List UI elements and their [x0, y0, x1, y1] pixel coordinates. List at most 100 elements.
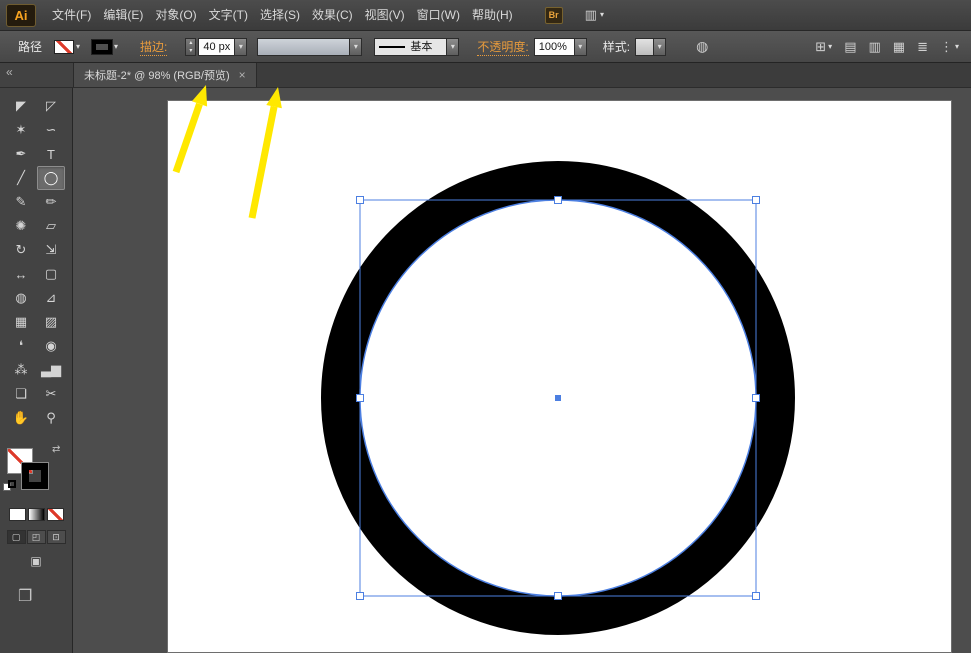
- stepper-down-icon[interactable]: ▾: [186, 47, 195, 55]
- stroke-weight-stepper[interactable]: ▴ ▾: [185, 38, 196, 56]
- magic-wand-tool[interactable]: ✶: [7, 118, 35, 142]
- handle-bottom-left[interactable]: [357, 593, 364, 600]
- artboard-tool[interactable]: ❏: [7, 382, 35, 406]
- ellipse-tool[interactable]: ◯: [37, 166, 65, 190]
- graphic-style-combo[interactable]: ▾: [635, 38, 666, 56]
- tab-close-button[interactable]: ×: [239, 68, 246, 82]
- type-tool[interactable]: T: [37, 142, 65, 166]
- selection-tool[interactable]: ◤: [7, 94, 35, 118]
- control-bar-right-icons: ⊞▾ ▤ ▥ ▦ ≣ ⋮▾: [813, 37, 961, 57]
- stroke-color-picker[interactable]: ▾: [92, 40, 118, 54]
- lasso-tool[interactable]: ∽: [37, 118, 65, 142]
- zoom-tool[interactable]: ⚲: [37, 406, 65, 430]
- align-horizontal-center-button[interactable]: ▥: [866, 37, 882, 57]
- handle-top-right[interactable]: [753, 197, 760, 204]
- swap-fill-stroke-button[interactable]: ⇄: [52, 444, 60, 455]
- align-horizontal-center-icon: ▥: [868, 39, 880, 55]
- stroke-swatch[interactable]: [22, 463, 48, 489]
- stroke-panel-link[interactable]: 描边:: [140, 38, 167, 56]
- symbol-sprayer-tool[interactable]: ⁂: [7, 358, 35, 382]
- main-area: ◤◸✶∽✒T╱◯✎✏✺▱↻⇲↔▢◍⊿▦▨❛◉⁂▃▆❏✂✋⚲ ⇄ ▢◰⊡ ▣: [0, 88, 971, 653]
- opacity-panel-link[interactable]: 不透明度:: [477, 38, 528, 56]
- graphic-style-swatch[interactable]: [635, 38, 653, 56]
- rotate-tool[interactable]: ↻: [7, 238, 35, 262]
- document-tab[interactable]: 未标题-2* @ 98% (RGB/预览) ×: [73, 63, 257, 87]
- menu-item-window[interactable]: 窗口(W): [411, 0, 466, 30]
- transform-options-button[interactable]: ⊞▾: [813, 37, 834, 57]
- hand-tool[interactable]: ✋: [7, 406, 35, 430]
- blend-tool[interactable]: ◉: [37, 334, 65, 358]
- handle-middle-left[interactable]: [357, 395, 364, 402]
- width-tool[interactable]: ↔: [7, 262, 35, 286]
- artwork-layer: [73, 88, 971, 653]
- eyedropper-tool[interactable]: ❛: [7, 334, 35, 358]
- draw-normal-mode-button[interactable]: ▢: [7, 530, 26, 544]
- align-options-button[interactable]: ⋮▾: [938, 37, 961, 57]
- stroke-profile-value[interactable]: [257, 38, 349, 56]
- document-tab-title: 未标题-2* @ 98% (RGB/预览): [84, 67, 230, 83]
- opacity-combo: 100% ▾: [534, 38, 587, 56]
- menu-item-select[interactable]: 选择(S): [254, 0, 306, 30]
- collapse-panel-button[interactable]: «: [6, 65, 13, 79]
- stroke-weight-dropdown[interactable]: ▾: [234, 38, 247, 56]
- mesh-tool[interactable]: ▦: [7, 310, 35, 334]
- handle-bottom-right[interactable]: [753, 593, 760, 600]
- menu-bar: Ai 文件(F)编辑(E)对象(O)文字(T)选择(S)效果(C)视图(V)窗口…: [0, 0, 971, 31]
- stroke-weight-value[interactable]: 40 px: [198, 38, 234, 56]
- gradient-button[interactable]: [28, 508, 45, 521]
- fill-color-picker[interactable]: ▾: [54, 40, 80, 54]
- opacity-value[interactable]: 100%: [534, 38, 574, 56]
- graphic-style-dropdown[interactable]: ▾: [653, 38, 666, 56]
- draw-inside-mode-button[interactable]: ⊡: [47, 530, 66, 544]
- column-graph-tool[interactable]: ▃▆: [37, 358, 65, 382]
- handle-middle-right[interactable]: [753, 395, 760, 402]
- opacity-dropdown[interactable]: ▾: [574, 38, 587, 56]
- brush-definition-value[interactable]: 基本: [374, 38, 446, 56]
- menu-item-edit[interactable]: 编辑(E): [97, 0, 149, 30]
- gradient-tool[interactable]: ▨: [37, 310, 65, 334]
- menu-item-effect[interactable]: 效果(C): [306, 0, 359, 30]
- pen-tool[interactable]: ✒: [7, 142, 35, 166]
- align-horizontal-left-button[interactable]: ▤: [842, 37, 858, 57]
- scale-tool[interactable]: ⇲: [37, 238, 65, 262]
- handle-top-left[interactable]: [357, 197, 364, 204]
- stroke-profile-combo[interactable]: ▾: [257, 38, 362, 56]
- menu-item-type[interactable]: 文字(T): [203, 0, 254, 30]
- menu-item-help[interactable]: 帮助(H): [466, 0, 519, 30]
- line-segment-tool[interactable]: ╱: [7, 166, 35, 190]
- canvas-area[interactable]: [73, 88, 971, 653]
- align-horizontal-right-button[interactable]: ▦: [891, 37, 907, 57]
- direct-selection-tool[interactable]: ◸: [37, 94, 65, 118]
- dropdown-arrow-icon: ▾: [658, 43, 662, 51]
- stepper-up-icon[interactable]: ▴: [186, 39, 195, 47]
- free-transform-tool[interactable]: ▢: [37, 262, 65, 286]
- shape-builder-tool[interactable]: ◍: [7, 286, 35, 310]
- slice-tool[interactable]: ✂: [37, 382, 65, 406]
- menu-item-view[interactable]: 视图(V): [359, 0, 411, 30]
- arrange-documents-button[interactable]: ▥ ▾: [585, 7, 604, 23]
- none-button[interactable]: [47, 508, 64, 521]
- pencil-tool[interactable]: ✏: [37, 190, 65, 214]
- blob-brush-tool[interactable]: ✺: [7, 214, 35, 238]
- handle-bottom-center[interactable]: [555, 593, 562, 600]
- bridge-button[interactable]: Br: [545, 7, 563, 24]
- color-button[interactable]: [9, 508, 26, 521]
- brush-definition-dropdown[interactable]: ▾: [446, 38, 459, 56]
- stroke-weight-combo: 40 px ▾: [198, 38, 247, 56]
- stroke-profile-dropdown[interactable]: ▾: [349, 38, 362, 56]
- default-fill-stroke-button[interactable]: [3, 480, 17, 492]
- perspective-grid-tool[interactable]: ⊿: [37, 286, 65, 310]
- draw-behind-mode-button[interactable]: ◰: [27, 530, 46, 544]
- handle-top-center[interactable]: [555, 197, 562, 204]
- paintbrush-tool[interactable]: ✎: [7, 190, 35, 214]
- dropdown-arrow-icon: ▾: [239, 43, 243, 51]
- screen-mode-button[interactable]: ▣: [30, 554, 41, 568]
- menu-item-file[interactable]: 文件(F): [46, 0, 97, 30]
- recolor-artwork-button[interactable]: ◍: [696, 38, 708, 55]
- style-label: 样式:: [603, 38, 630, 55]
- menu-item-object[interactable]: 对象(O): [149, 0, 202, 30]
- distribute-objects-button[interactable]: ≣: [915, 37, 930, 57]
- brush-definition-combo: 基本 ▾: [374, 38, 459, 56]
- align-horizontal-right-icon: ▦: [893, 39, 905, 55]
- eraser-tool[interactable]: ▱: [37, 214, 65, 238]
